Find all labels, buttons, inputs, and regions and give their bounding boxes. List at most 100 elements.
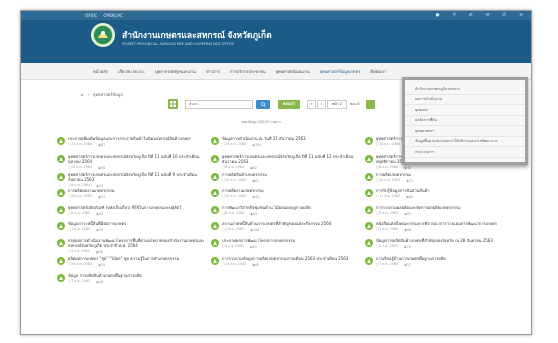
- nav-item-services[interactable]: การบริการประชาชน: [230, 68, 266, 75]
- document-icon: [57, 155, 65, 163]
- item-title[interactable]: การรับรู้ข้อมูลการปันส่วนสินค้า: [376, 188, 513, 193]
- item-title[interactable]: ประกาศผลการพัฒนาโครงการเกษตรกรรม: [222, 238, 359, 243]
- browser-frame: OASIC OPENOAC ● ⚲ ⇄ ✉ ✆ ≡ สำนักงานเกษตรแ…: [20, 10, 532, 335]
- nav-item-news[interactable]: ข่าวสาร: [206, 68, 220, 75]
- item-title[interactable]: การผลิตผลงานเกษตรกรรม: [68, 188, 205, 193]
- item-title[interactable]: การพัฒนาวิสาหกิจชุมชนด้าน ไม้ผลนอกฤดูกาล…: [222, 205, 359, 210]
- menu-icon[interactable]: ≡: [519, 13, 523, 18]
- item-views: 764: [252, 143, 261, 147]
- list-item[interactable]: การรวบรวมข้อมูลการผลิตเกษตรกรรมรายเดือน …: [211, 256, 359, 273]
- site-title: สำนักงานเกษตรและสหกรณ์ จังหวัดภูเก็ต: [122, 30, 272, 40]
- list-item[interactable]: การพัฒนาวิสาหกิจชุมชนด้าน ไม้ผลนอกฤดูกาล…: [211, 205, 359, 221]
- nav-item-agri-data[interactable]: ยุทธศาสตร์ข้อมูลเกษตร: [320, 68, 361, 75]
- list-item[interactable]: ยุทธศาสตร์การเกษตรและสหกรณ์จังหวัดภูเก็ต…: [57, 172, 205, 188]
- item-title[interactable]: หนังสือแต่งตั้งคณะกรรมการพิจารณาการวางแผ…: [376, 221, 513, 226]
- item-views: 55: [96, 212, 103, 216]
- dropdown-item[interactable]: ยุทธเกษ: [405, 105, 525, 116]
- document-icon: [365, 239, 373, 247]
- list-item[interactable]: การผลิตสินค้าเกษตรกรรม20 ธ.ค. 2563 67: [211, 172, 359, 188]
- nav-item-about[interactable]: เกี่ยวกับ กษ.จว.: [118, 68, 145, 75]
- site-logo[interactable]: [91, 23, 115, 47]
- list-item[interactable]: การผลิตเกษตรกรรม20 ธ.ค. 2563 71: [365, 172, 513, 188]
- list-item[interactable]: ข้อมูลภาวะหนี้สินที่มีต่อการเกษตร1 ต.ค. …: [57, 221, 205, 238]
- item-title[interactable]: ข้อมูลภาวะหนี้สินที่มีต่อการเกษตร: [68, 221, 205, 226]
- topbar-link-openoac[interactable]: OPENOAC: [103, 13, 123, 18]
- list-item[interactable]: ยุทธศาสตร์การเกษตรและสหกรณ์จังหวัดภูเก็ต…: [57, 154, 205, 172]
- search-button[interactable]: [256, 99, 270, 109]
- item-title[interactable]: ข้อมูลการผลิตสินค้าเกษตรที่สำคัญของจังหว…: [376, 238, 513, 243]
- dropdown-item[interactable]: กระบวนการ: [405, 147, 525, 158]
- item-title[interactable]: สรุปผลการดำเนินงานพัฒนาโครงการพื้นที่ตาม…: [68, 238, 205, 248]
- mail-icon[interactable]: ✉: [486, 13, 490, 18]
- page-select[interactable]: หน้า 2: [327, 99, 347, 109]
- share-icon[interactable]: ⇄: [469, 13, 473, 18]
- item-views: 52: [404, 263, 411, 267]
- search-input[interactable]: [185, 99, 253, 109]
- list-item[interactable]: ข้อมูลการผลิตสินค้าเกษตรที่สำคัญของจังหว…: [365, 238, 513, 256]
- list-item[interactable]: ยุทธศาสตร์การเกษตรและสหกรณ์จังหวัดภูเก็ต…: [211, 154, 359, 172]
- first-page-button[interactable]: «: [307, 99, 316, 109]
- item-views: 87: [98, 143, 105, 147]
- item-date: 20 ธ.ค. 2563: [222, 178, 246, 183]
- grid-view-icon[interactable]: [168, 99, 178, 109]
- next-page-button[interactable]: [365, 99, 375, 109]
- list-item[interactable]: ประกาศผลการพัฒนาโครงการเกษตรกรรม5 ก.ย. 2…: [211, 238, 359, 256]
- nav-dropdown-menu: สำนักงานเกษตรภูมิภาคกลาง ผลการดำเนินงาน …: [402, 77, 528, 165]
- item-title[interactable]: สถานภาพหนี้สินด้านการเกษตรที่สำคัญของแต่…: [222, 221, 359, 226]
- document-icon: [57, 274, 65, 282]
- item-views: 66: [252, 263, 259, 267]
- list-item[interactable]: สถานภาพหนี้สินด้านการเกษตรที่สำคัญของแต่…: [211, 221, 359, 238]
- prev-page-button[interactable]: ‹: [317, 99, 326, 109]
- item-title[interactable]: ข้อมูล การผลิตสินค้าเกษตรพื้นฐานการผลิต: [68, 273, 205, 278]
- list-item[interactable]: การรวบรวมผลผลิตและจัดการผลผลิตเกษตรกรรม5…: [365, 205, 513, 221]
- nav-item-staff[interactable]: บุคลากรสหรัฐฯและมาน: [155, 68, 196, 75]
- nav-item-strategy[interactable]: ยุทธศาสตร์แผนงาน: [276, 68, 310, 75]
- dropdown-item[interactable]: ข้อมูลพื้นฐานประกอบการให้บริการและการพัฒ…: [405, 137, 525, 147]
- list-item[interactable]: ประกาศเพิ่มเติมข้อมูลและการกระจายสินค้าใ…: [57, 136, 205, 154]
- document-icon: [57, 239, 65, 247]
- list-item[interactable]: ยุทธศาสตร์ผลิตภัณฑ์ (หลังเก็บเกี่ยว) ที่…: [57, 205, 205, 221]
- item-title[interactable]: ยุทธศาสตร์การเกษตรและสหกรณ์จังหวัดภูเก็ต…: [68, 172, 205, 182]
- phone-icon[interactable]: ✆: [502, 13, 506, 18]
- item-title[interactable]: ยุทธศาสตร์การเกษตรและสหกรณ์จังหวัดภูเก็ต…: [222, 154, 359, 164]
- dropdown-item[interactable]: ผลจัดการที่ดิน: [405, 116, 525, 126]
- item-title[interactable]: ยุทธศาสตร์ผลิตภัณฑ์ (หลังเก็บเกี่ยว) ที่…: [68, 205, 205, 210]
- list-item[interactable]: หนังสือแต่งตั้งคณะกรรมการพิจารณาการวางแผ…: [365, 221, 513, 238]
- dropdown-item[interactable]: สำนักงานเกษตรภูมิภาคกลาง: [405, 84, 525, 95]
- item-date: 28 ส.ค. 2563: [68, 262, 92, 267]
- topbar-link-oasic[interactable]: OASIC: [85, 13, 97, 18]
- item-title[interactable]: ยุทธศาสตร์การเกษตรและสหกรณ์จังหวัดภูเก็ต…: [68, 154, 205, 164]
- dropdown-item[interactable]: ยุทธศาสตรฯ: [405, 126, 525, 137]
- dropdown-item[interactable]: ผลการดำเนินงาน: [405, 95, 525, 105]
- item-title[interactable]: การเรียนรู้ด้านการเกษตรพื้นฐานการผลิต: [376, 256, 513, 261]
- item-date: 7 ส.ค. 2563: [376, 262, 398, 267]
- item-title[interactable]: การรวบรวมข้อมูลการผลิตเกษตรกรรมรายเดือน …: [222, 256, 359, 261]
- item-title[interactable]: การผลิตงานเกษตรกรรม: [222, 188, 359, 193]
- list-item[interactable]: ข้อมูลการดำเนินงาน ณ วันที่ 31 ธันวาคม 2…: [211, 136, 359, 154]
- home-icon[interactable]: ⌂: [81, 92, 84, 97]
- item-title[interactable]: การผลิตสินค้าเกษตรกรรม: [222, 172, 359, 177]
- document-icon: [211, 155, 219, 163]
- item-date: 5 ต.ค. 2563: [376, 211, 398, 216]
- nav-item-home[interactable]: หน้าหลัก: [93, 68, 108, 75]
- document-icon: [211, 239, 219, 247]
- list-item[interactable]: การรับรู้ข้อมูลการปันส่วนสินค้า11 พ.ย. 2…: [365, 188, 513, 205]
- list-item[interactable]: สรุปผลการดำเนินงานพัฒนาโครงการพื้นที่ตาม…: [57, 238, 205, 256]
- list-item[interactable]: การเรียนรู้ด้านการเกษตรพื้นฐานการผลิต7 ส…: [365, 256, 513, 273]
- item-date: 14 ส.ค. 2563: [222, 262, 246, 267]
- item-title[interactable]: ข้อมูลการดำเนินงาน ณ วันที่ 31 ธันวาคม 2…: [222, 136, 359, 141]
- item-title[interactable]: ประกาศเพิ่มเติมข้อมูลและการกระจายสินค้าใ…: [68, 136, 205, 141]
- list-item[interactable]: ข้อมูล การผลิตสินค้าเกษตรพื้นฐานการผลิต7…: [57, 273, 205, 288]
- item-date: 2 ก.ย. 2563: [376, 244, 398, 249]
- nav-item-contact[interactable]: ติดต่อเรา: [370, 68, 386, 75]
- list-item[interactable]: การผลิตผลงานเกษตรกรรม20 ธ.ค. 2563 55: [57, 188, 205, 205]
- item-title[interactable]: การผลิตเกษตรกรรม: [376, 172, 513, 177]
- item-title[interactable]: การรวบรวมผลผลิตและจัดการผลผลิตเกษตรกรรม: [376, 205, 513, 210]
- item-date: 7 ส.ค. 2563: [68, 279, 90, 284]
- user-icon[interactable]: ●: [436, 13, 440, 18]
- key-icon[interactable]: ⚲: [453, 13, 456, 18]
- list-item[interactable]: ผลิตผลการเกษตร "ปุ๋ย" "ไม้ผล" ชุด ความรู…: [57, 256, 205, 273]
- reset-button[interactable]: RESET: [278, 99, 300, 109]
- item-title[interactable]: ผลิตผลการเกษตร "ปุ๋ย" "ไม้ผล" ชุด ความรู…: [68, 256, 205, 261]
- list-item[interactable]: การผลิตงานเกษตรกรรม20 ธ.ค. 2563 49: [211, 188, 359, 205]
